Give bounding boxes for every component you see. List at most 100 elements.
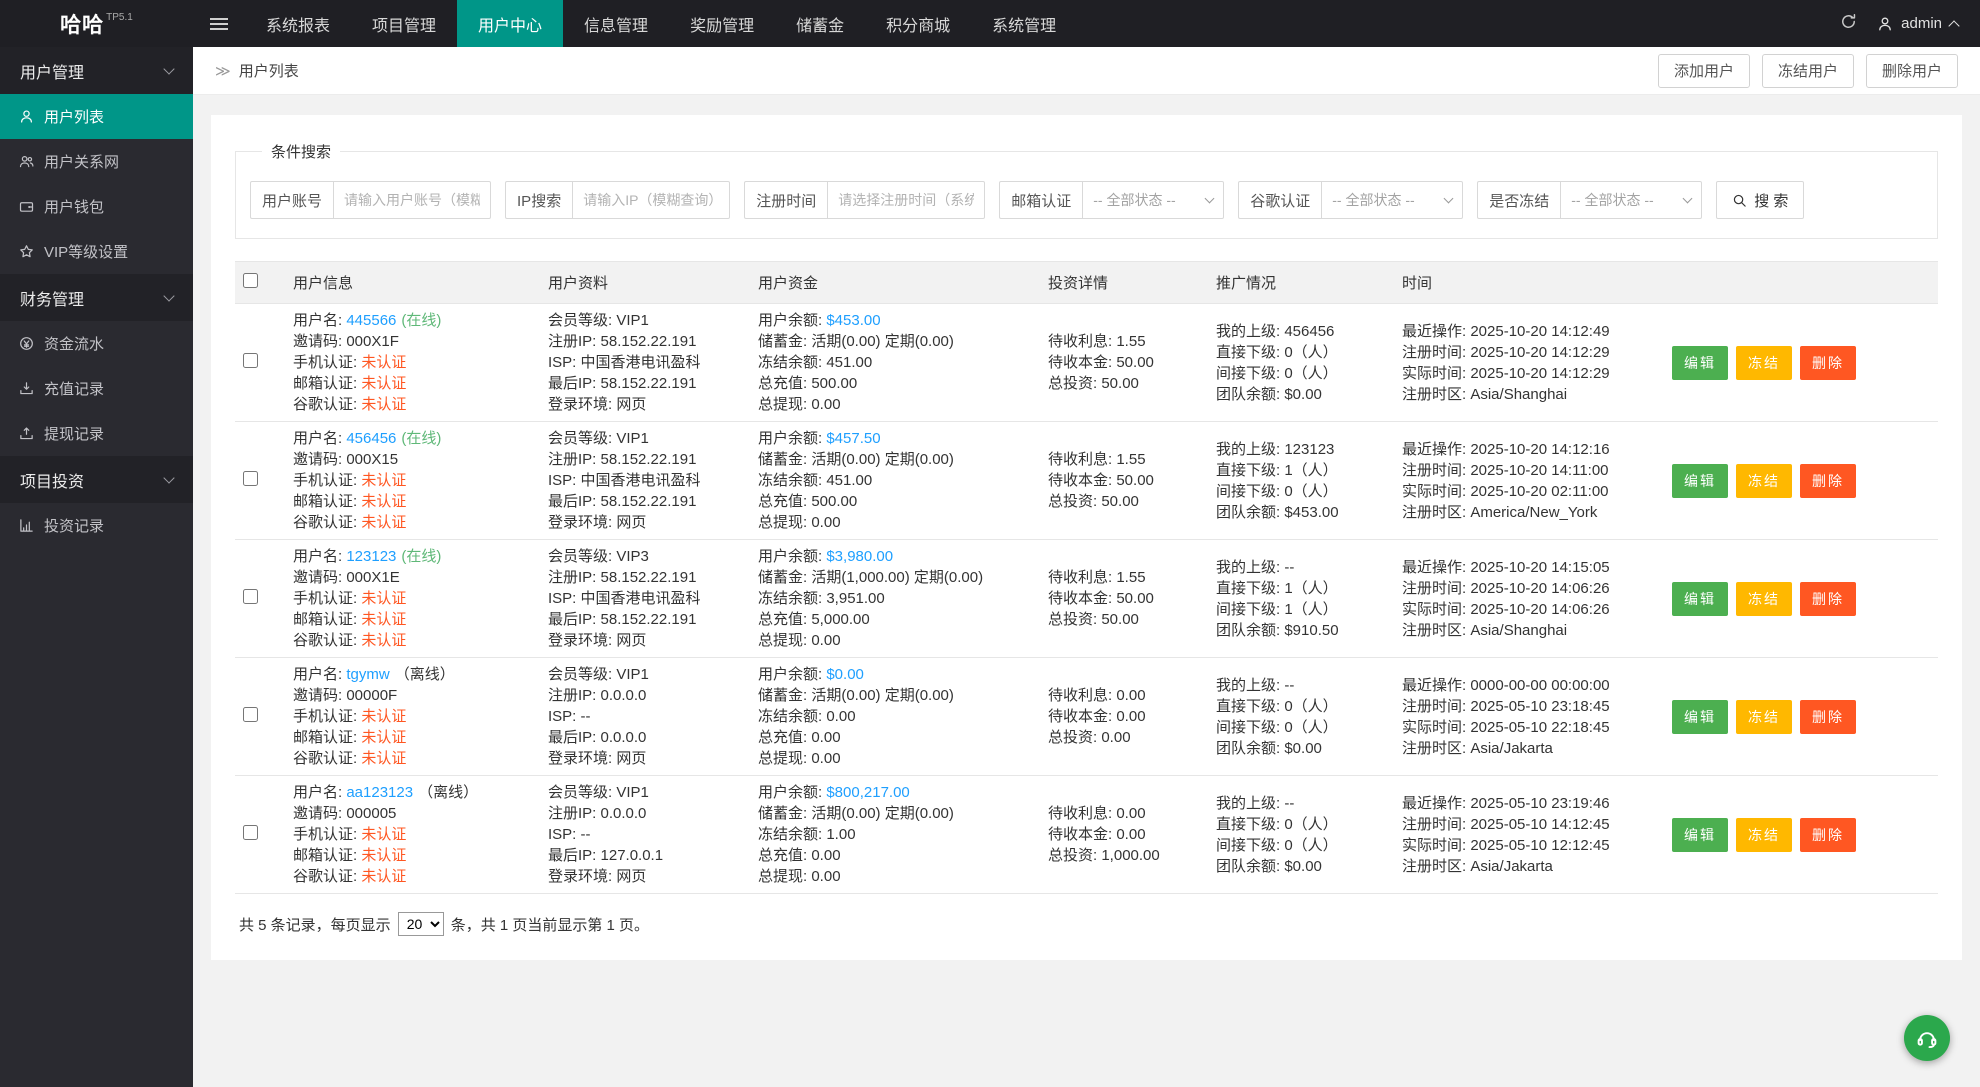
- pending-principal: 50.00: [1116, 354, 1154, 371]
- username-link[interactable]: tgymw: [346, 666, 389, 683]
- row-line: ISP: 中国香港电讯盈科: [548, 352, 742, 373]
- add-user-button[interactable]: 添加用户: [1658, 54, 1750, 88]
- sidebar-item-3-1[interactable]: 投资记录: [0, 503, 193, 548]
- breadcrumb: 用户列表: [239, 60, 299, 81]
- field-label: 会员等级:: [548, 430, 616, 447]
- email-auth-status: 未认证: [361, 729, 406, 746]
- row-line: 会员等级: VIP1: [548, 310, 742, 331]
- total-recharge: 0.00: [811, 729, 840, 746]
- sidebar-item-2-2[interactable]: 充值记录: [0, 366, 193, 411]
- status-select[interactable]: -- 全部状态 --: [1321, 181, 1463, 219]
- email-auth-status: 未认证: [361, 375, 406, 392]
- delete-user-button[interactable]: 删除用户: [1866, 54, 1958, 88]
- freeze-user-button[interactable]: 冻结用户: [1762, 54, 1854, 88]
- row-line: 团队余额: $453.00: [1216, 502, 1386, 523]
- field-label: 实际时间:: [1402, 483, 1470, 500]
- delete-button[interactable]: 删除: [1800, 700, 1856, 734]
- invite-code: 00000F: [346, 687, 397, 704]
- sidebar-item-label: 资金流水: [44, 333, 104, 354]
- total-invest: 1,000.00: [1101, 847, 1159, 864]
- refresh-icon[interactable]: [1840, 13, 1857, 34]
- nav-item-7[interactable]: 积分商城: [865, 0, 971, 47]
- field-label: 储蓄金:: [758, 569, 811, 586]
- field-label: 总充值:: [758, 729, 811, 746]
- freeze-button[interactable]: 冻结: [1736, 818, 1792, 852]
- field-label: 待收本金:: [1048, 472, 1116, 489]
- user-balance: $453.00: [826, 312, 880, 329]
- sidebar-section-2[interactable]: 财务管理: [0, 274, 193, 321]
- select-all-checkbox[interactable]: [243, 273, 258, 288]
- support-fab[interactable]: [1904, 1015, 1950, 1061]
- edit-button[interactable]: 编辑: [1672, 346, 1728, 380]
- username-link[interactable]: 123123: [346, 548, 396, 565]
- search-input[interactable]: [827, 181, 985, 219]
- sidebar-item-label: 用户钱包: [44, 196, 104, 217]
- field-label: 注册IP:: [548, 687, 601, 704]
- delete-button[interactable]: 删除: [1800, 346, 1856, 380]
- freeze-button[interactable]: 冻结: [1736, 582, 1792, 616]
- status-select[interactable]: -- 全部状态 --: [1082, 181, 1224, 219]
- nav-item-2[interactable]: 项目管理: [351, 0, 457, 47]
- sidebar-item-1-1[interactable]: 用户列表: [0, 94, 193, 139]
- indirect-downline: 0（人）: [1284, 483, 1337, 500]
- field-label: 总提现:: [758, 396, 811, 413]
- nav-item-8[interactable]: 系统管理: [971, 0, 1077, 47]
- sidebar-item-1-4[interactable]: VIP等级设置: [0, 229, 193, 274]
- freeze-button[interactable]: 冻结: [1736, 346, 1792, 380]
- row-checkbox[interactable]: [243, 707, 258, 722]
- row-line: 最后IP: 58.152.22.191: [548, 373, 742, 394]
- phone-auth-status: 未认证: [361, 590, 406, 607]
- selected-value: -- 全部状态 --: [1571, 190, 1653, 210]
- freeze-button[interactable]: 冻结: [1736, 464, 1792, 498]
- field-label: 间接下级:: [1216, 483, 1284, 500]
- sidebar-section-3[interactable]: 项目投资: [0, 456, 193, 503]
- delete-button[interactable]: 删除: [1800, 818, 1856, 852]
- row-line: 直接下级: 1（人）: [1216, 460, 1386, 481]
- user-menu[interactable]: admin: [1877, 15, 1958, 32]
- sidebar-item-1-2[interactable]: 用户关系网: [0, 139, 193, 184]
- edit-button[interactable]: 编辑: [1672, 818, 1728, 852]
- username-link[interactable]: aa123123: [346, 784, 413, 801]
- row-checkbox[interactable]: [243, 589, 258, 604]
- field-label: 间接下级:: [1216, 719, 1284, 736]
- nav-item-6[interactable]: 储蓄金: [775, 0, 865, 47]
- sidebar-section-1[interactable]: 用户管理: [0, 47, 193, 94]
- freeze-button[interactable]: 冻结: [1736, 700, 1792, 734]
- field-label: 用户名:: [293, 548, 346, 565]
- field-label: 最近操作:: [1402, 677, 1470, 694]
- search-input[interactable]: [333, 181, 491, 219]
- row-checkbox[interactable]: [243, 825, 258, 840]
- field-label: 邀请码:: [293, 805, 346, 822]
- row-checkbox[interactable]: [243, 353, 258, 368]
- nav-item-1[interactable]: 系统报表: [245, 0, 351, 47]
- edit-button[interactable]: 编辑: [1672, 582, 1728, 616]
- username-link[interactable]: 456456: [346, 430, 396, 447]
- login-env: 网页: [616, 750, 646, 767]
- menu-toggle-icon[interactable]: [193, 0, 245, 47]
- sidebar-item-1-3[interactable]: 用户钱包: [0, 184, 193, 229]
- edit-button[interactable]: 编辑: [1672, 700, 1728, 734]
- row-line: 团队余额: $0.00: [1216, 738, 1386, 759]
- vip-level: VIP1: [616, 666, 649, 683]
- total-withdraw: 0.00: [811, 396, 840, 413]
- phone-auth-status: 未认证: [361, 826, 406, 843]
- sidebar-item-2-3[interactable]: 提现记录: [0, 411, 193, 456]
- username-link[interactable]: 445566: [346, 312, 396, 329]
- nav-item-4[interactable]: 信息管理: [563, 0, 669, 47]
- sidebar-item-2-1[interactable]: 资金流水: [0, 321, 193, 366]
- page-size-select[interactable]: 20: [398, 912, 444, 936]
- row-checkbox[interactable]: [243, 471, 258, 486]
- search-input[interactable]: [572, 181, 730, 219]
- status-select[interactable]: -- 全部状态 --: [1560, 181, 1702, 219]
- row-line: 注册时区: Asia/Jakarta: [1402, 738, 1656, 759]
- edit-button[interactable]: 编辑: [1672, 464, 1728, 498]
- nav-item-3[interactable]: 用户中心: [457, 0, 563, 47]
- field-label: 注册时区:: [1402, 504, 1470, 521]
- field-label: 用户余额:: [758, 312, 826, 329]
- nav-item-5[interactable]: 奖励管理: [669, 0, 775, 47]
- search-button[interactable]: 搜 索: [1716, 181, 1804, 219]
- field-label: 登录环境:: [548, 868, 616, 885]
- delete-button[interactable]: 删除: [1800, 582, 1856, 616]
- delete-button[interactable]: 删除: [1800, 464, 1856, 498]
- field-label: ISP:: [548, 472, 581, 489]
